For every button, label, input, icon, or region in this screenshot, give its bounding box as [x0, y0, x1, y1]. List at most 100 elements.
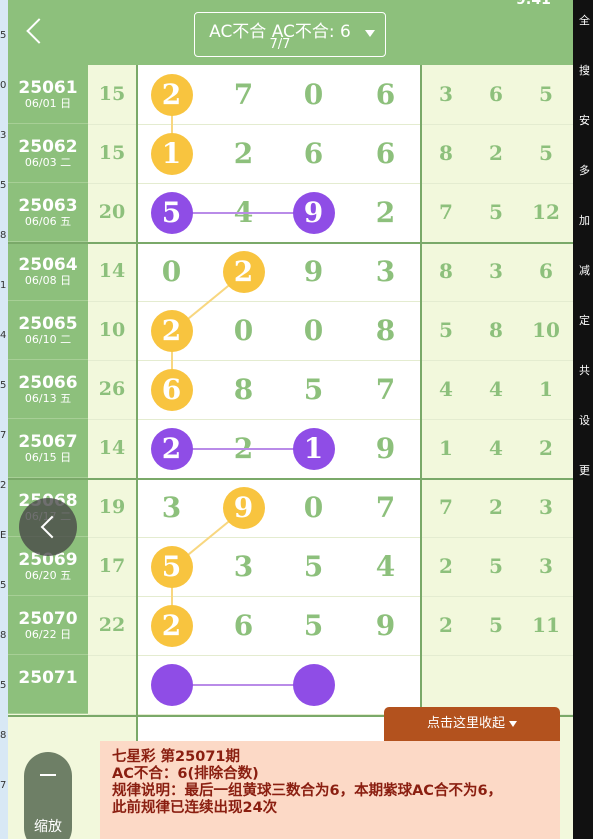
side-tool-label[interactable]: 设 — [579, 414, 593, 427]
stat-cell: 4 — [439, 377, 453, 401]
ac-value: 22 — [98, 614, 126, 636]
digit-cell: 5 — [303, 609, 324, 642]
digit-cell: 6 — [375, 137, 396, 170]
digit-cell: 0 — [303, 314, 324, 347]
ac-value: 14 — [98, 437, 126, 459]
header-bar: AC不合 AC不合: 6 7/7 9:41 — [8, 0, 573, 65]
stat-cell: 3 — [439, 82, 453, 106]
issue-date: 06/22 日 — [24, 628, 72, 641]
status-time: 9:41 — [516, 0, 551, 8]
stat-cell: 2 — [439, 613, 453, 637]
left-edge-char: 8 — [0, 730, 7, 741]
stat-cell: 5 — [539, 82, 553, 106]
side-tool-label[interactable]: 加 — [579, 214, 593, 227]
issue-cell: 25061 06/01 日 — [8, 65, 88, 124]
digit-cell: 9 — [375, 432, 396, 465]
issue-date: 06/10 二 — [24, 333, 72, 346]
digit-cell: 8 — [375, 314, 396, 347]
stat-cell: 5 — [489, 554, 503, 578]
digit-cell: 6 — [233, 609, 254, 642]
stat-cell: 1 — [439, 436, 453, 460]
digit-cell: 6 — [303, 137, 324, 170]
left-edge-char: 8 — [0, 630, 7, 641]
yellow-ball: 5 — [150, 545, 193, 588]
ac-value: 10 — [98, 319, 126, 341]
collapse-label: 点击这里收起 — [426, 716, 505, 731]
stat-cell: 7 — [439, 200, 453, 224]
left-edge-char: 5 — [0, 680, 7, 691]
purple-ball: 1 — [292, 427, 335, 470]
left-edge-char: 1 — [0, 280, 7, 291]
group-separator — [8, 242, 573, 244]
left-edge-char: 5 — [0, 180, 7, 191]
issue-number: 25062 — [18, 137, 78, 157]
side-tool-label[interactable]: 全 — [579, 14, 593, 27]
stat-cell: 11 — [532, 613, 560, 637]
issue-date: 06/08 日 — [24, 274, 72, 287]
info-line-title: 七星彩 第25071期 — [112, 749, 240, 765]
issue-date: 06/20 五 — [24, 569, 72, 582]
ac-value: 15 — [98, 142, 126, 164]
issue-cell: 25066 06/13 五 — [8, 360, 88, 419]
digit-cell: 5 — [303, 550, 324, 583]
side-tool-label[interactable]: 共 — [579, 364, 593, 377]
collapse-button[interactable]: 点击这里收起 — [384, 707, 560, 743]
issue-number: 25064 — [18, 255, 78, 275]
stat-cell: 5 — [489, 200, 503, 224]
chevron-left-icon — [40, 515, 64, 539]
digit-cell: 9 — [375, 609, 396, 642]
left-edge-char: 7 — [0, 780, 7, 791]
floating-back-button[interactable] — [19, 498, 77, 556]
side-tool-label[interactable]: 定 — [579, 314, 593, 327]
digit-cell: 3 — [375, 255, 396, 288]
dropdown-arrow-icon — [365, 30, 375, 37]
purple-ball: 9 — [292, 191, 335, 234]
stat-cell: 4 — [489, 436, 503, 460]
zoom-button[interactable]: 缩放 — [24, 752, 72, 839]
group-separator — [8, 478, 573, 480]
digit-cell: 7 — [233, 78, 254, 111]
ac-value: 20 — [98, 201, 126, 223]
stat-cell: 1 — [539, 377, 553, 401]
ac-value: 17 — [98, 555, 126, 577]
info-line-ac: AC不合：6(排除合数) — [112, 766, 259, 782]
filter-selector[interactable]: AC不合 AC不合: 6 7/7 — [194, 12, 386, 57]
stat-cell: 2 — [439, 554, 453, 578]
digit-cell: 9 — [303, 255, 324, 288]
left-edge-char: 5 — [0, 30, 7, 41]
side-tool-label[interactable]: 安 — [579, 114, 593, 127]
issue-cell: 25071 — [8, 655, 88, 714]
stat-cell: 7 — [439, 495, 453, 519]
info-panel: 七星彩 第25071期 AC不合：6(排除合数) 规律说明：最后一组黄球三数合为… — [100, 741, 560, 839]
digit-cell: 0 — [303, 78, 324, 111]
left-edge-char: 8 — [0, 230, 7, 241]
zoom-label: 缩放 — [34, 819, 62, 835]
stat-cell: 8 — [439, 141, 453, 165]
issue-number: 25071 — [18, 668, 78, 688]
stat-cell: 10 — [532, 318, 560, 342]
info-line-rule: 规律说明：最后一组黄球三数合为6，本期紫球AC合不为6， — [112, 783, 503, 799]
issue-number: 25066 — [18, 373, 78, 393]
left-edge-char: 5 — [0, 580, 7, 591]
left-edge-char: 5 — [0, 380, 7, 391]
side-tool-label[interactable]: 搜 — [579, 64, 593, 77]
digit-cell: 2 — [233, 137, 254, 170]
stat-cell: 2 — [489, 141, 503, 165]
side-tool-label[interactable]: 更 — [579, 464, 593, 477]
issue-number: 25067 — [18, 432, 78, 452]
issue-cell: 25067 06/15 日 — [8, 419, 88, 478]
stat-cell: 2 — [489, 495, 503, 519]
side-tool-label[interactable]: 多 — [579, 164, 593, 177]
side-tool-label[interactable]: 减 — [579, 264, 593, 277]
stat-cell: 2 — [539, 436, 553, 460]
stat-cell: 8 — [439, 259, 453, 283]
issue-cell: 25065 06/10 二 — [8, 301, 88, 360]
triangle-down-icon — [509, 720, 517, 727]
issue-cell: 25064 06/08 日 — [8, 242, 88, 301]
purple-ball: 2 — [150, 427, 193, 470]
left-edge-strip: 5 0 3 5 8 1 4 5 7 2 E 5 8 5 8 7 — [0, 0, 8, 839]
stat-cell: 8 — [489, 318, 503, 342]
back-chevron-icon[interactable] — [26, 18, 52, 44]
stat-cell: 5 — [489, 613, 503, 637]
yellow-ball: 9 — [222, 486, 265, 529]
